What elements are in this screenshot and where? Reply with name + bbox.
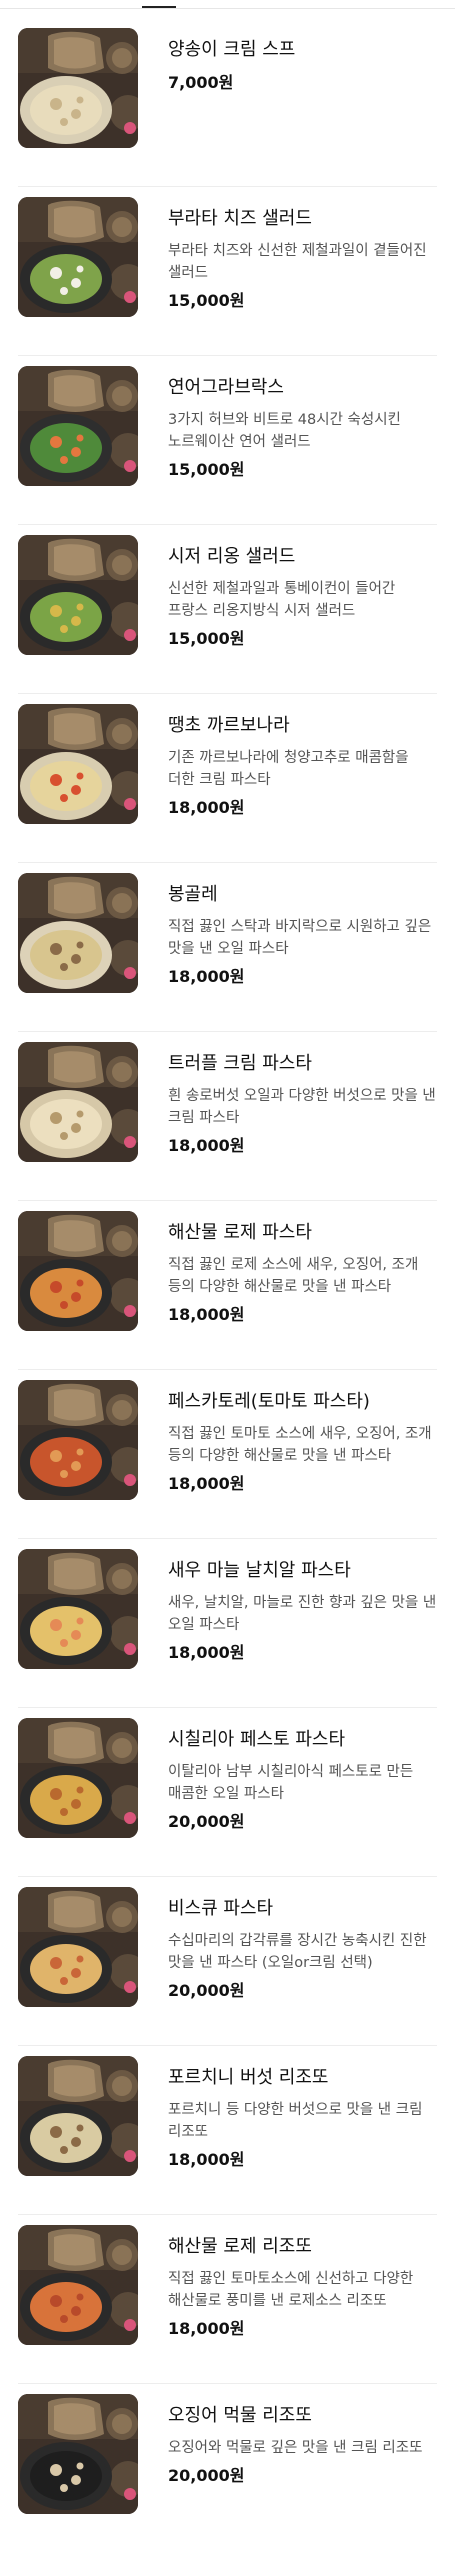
menu-item-description: 직접 끓인 토마토소스에 신선하고 다양한 해산물로 풍미를 낸 로제소스 리조… — [168, 2271, 414, 2309]
menu-item[interactable]: 봉골레직접 끓인 스탁과 바지락으로 시원하고 깊은 맛을 낸 오일 파스타 18… — [18, 863, 437, 1032]
menu-item-info: 포르치니 버섯 리조또포르치니 등 다양한 버섯으로 맛을 낸 크림 리조또 18… — [168, 2066, 437, 2171]
menu-item-photo — [18, 704, 138, 824]
menu-item[interactable]: 시저 리옹 샐러드신선한 제철과일과 통베이컨이 들어간 프랑스 리옹지방식 시… — [18, 525, 437, 694]
menu-item-info: 비스큐 파스타수십마리의 갑각류를 장시간 농축시킨 진한 맛을 낸 파스타 (… — [168, 1897, 437, 2002]
menu-item-photo — [18, 535, 138, 655]
menu-item-name: 페스카토레(토마토 파스타) — [168, 1391, 370, 1412]
menu-item-description: 새우, 날치알, 마늘로 진한 향과 깊은 맛을 낸 오일 파스타 — [168, 1595, 437, 1633]
menu-item-description: 직접 끓인 스탁과 바지락으로 시원하고 깊은 맛을 낸 오일 파스타 — [168, 919, 432, 957]
menu-item[interactable]: 오징어 먹물 리조또오징어와 먹물로 깊은 맛을 낸 크림 리조또 20,000원 — [18, 2384, 437, 2553]
menu-item-price: 20,000원 — [168, 2466, 245, 2485]
menu-item-price: 7,000원 — [168, 73, 234, 92]
menu-item-description: 직접 끓인 토마토 소스에 새우, 오징어, 조개 등의 다양한 해산물로 맛을… — [168, 1426, 432, 1464]
menu-item-price: 18,000원 — [168, 1643, 245, 1662]
menu-item-price: 18,000원 — [168, 798, 245, 817]
menu-item-name: 비스큐 파스타 — [168, 1898, 274, 1919]
menu-item-info: 새우 마늘 날치알 파스타새우, 날치알, 마늘로 진한 향과 깊은 맛을 낸 … — [168, 1559, 437, 1664]
menu-item-description: 수십마리의 갑각류를 장시간 농축시킨 진한 맛을 낸 파스타 (오일or크림 … — [168, 1933, 427, 1971]
menu-item-name: 오징어 먹물 리조또 — [168, 2405, 312, 2426]
menu-item-name: 봉골레 — [168, 884, 218, 905]
menu-item-description: 오징어와 먹물로 깊은 맛을 낸 크림 리조또 — [168, 2440, 423, 2456]
menu-item[interactable]: 트러플 크림 파스타흰 송로버섯 오일과 다양한 버섯으로 맛을 낸 크림 파스… — [18, 1032, 437, 1201]
menu-item[interactable]: 해산물 로제 리조또직접 끓인 토마토소스에 신선하고 다양한 해산물로 풍미를… — [18, 2215, 437, 2384]
menu-item-photo — [18, 1380, 138, 1500]
menu-item-info: 오징어 먹물 리조또오징어와 먹물로 깊은 맛을 낸 크림 리조또 20,000원 — [168, 2404, 437, 2487]
menu-item-name: 포르치니 버섯 리조또 — [168, 2067, 329, 2088]
menu-item-photo — [18, 197, 138, 317]
menu-item-price: 18,000원 — [168, 1474, 245, 1493]
menu-item-price: 18,000원 — [168, 2150, 245, 2169]
menu-item-info: 부라타 치즈 샐러드부라타 치즈와 신선한 제철과일이 곁들어진 샐러드 15,0… — [168, 207, 437, 312]
menu-item-info: 봉골레직접 끓인 스탁과 바지락으로 시원하고 깊은 맛을 낸 오일 파스타 18… — [168, 883, 437, 988]
menu-item-photo — [18, 2056, 138, 2176]
menu-item-name: 트러플 크림 파스타 — [168, 1053, 312, 1074]
menu-item-info: 트러플 크림 파스타흰 송로버섯 오일과 다양한 버섯으로 맛을 낸 크림 파스… — [168, 1052, 437, 1157]
menu-item-price: 20,000원 — [168, 1812, 245, 1831]
menu-item-photo — [18, 1042, 138, 1162]
menu-item-photo — [18, 2225, 138, 2345]
menu-item[interactable]: 연어그라브락스 3가지 허브와 비트로 48시간 숙성시킨 노르웨이산 연어 샐러… — [18, 356, 437, 525]
menu-item-price: 18,000원 — [168, 2319, 245, 2338]
menu-item-info: 시저 리옹 샐러드신선한 제철과일과 통베이컨이 들어간 프랑스 리옹지방식 시… — [168, 545, 437, 650]
menu-item-info: 해산물 로제 파스타직접 끓인 로제 소스에 새우, 오징어, 조개 등의 다양… — [168, 1221, 437, 1326]
menu-item-info: 시칠리아 페스토 파스타이탈리아 남부 시칠리아식 페스토로 만든 매콤한 오일… — [168, 1728, 437, 1833]
menu-item-photo — [18, 873, 138, 993]
menu-item[interactable]: 포르치니 버섯 리조또포르치니 등 다양한 버섯으로 맛을 낸 크림 리조또 18… — [18, 2046, 437, 2215]
menu-item-name: 새우 마늘 날치알 파스타 — [168, 1560, 351, 1581]
menu-item-info: 양송이 크림 스프 7,000원 — [168, 38, 437, 94]
menu-item-name: 해산물 로제 파스타 — [168, 1222, 312, 1243]
menu-item-photo — [18, 2394, 138, 2514]
menu-item[interactable]: 새우 마늘 날치알 파스타새우, 날치알, 마늘로 진한 향과 깊은 맛을 낸 … — [18, 1539, 437, 1708]
menu-page: 양송이 크림 스프 7,000원부라타 치즈 샐러드부라타 치즈와 신선한 제철과… — [0, 0, 455, 2539]
menu-item-info: 연어그라브락스 3가지 허브와 비트로 48시간 숙성시킨 노르웨이산 연어 샐러… — [168, 376, 437, 481]
menu-item[interactable]: 부라타 치즈 샐러드부라타 치즈와 신선한 제철과일이 곁들어진 샐러드 15,0… — [18, 187, 437, 356]
menu-item-price: 18,000원 — [168, 967, 245, 986]
menu-item-price: 18,000원 — [168, 1136, 245, 1155]
menu-item-name: 연어그라브락스 — [168, 377, 284, 398]
menu-item-description: 부라타 치즈와 신선한 제철과일이 곁들어진 샐러드 — [168, 243, 427, 281]
menu-item-info: 해산물 로제 리조또직접 끓인 토마토소스에 신선하고 다양한 해산물로 풍미를… — [168, 2235, 437, 2340]
tab-bar-divider — [0, 0, 455, 9]
menu-item[interactable]: 해산물 로제 파스타직접 끓인 로제 소스에 새우, 오징어, 조개 등의 다양… — [18, 1201, 437, 1370]
menu-item-price: 15,000원 — [168, 291, 245, 310]
menu-item-name: 땡초 까르보나라 — [168, 715, 290, 736]
menu-item-info: 땡초 까르보나라기존 까르보나라에 청양고추로 매콤함을 더한 크림 파스타 18… — [168, 714, 437, 819]
active-tab-indicator — [142, 6, 176, 8]
menu-item[interactable]: 비스큐 파스타수십마리의 갑각류를 장시간 농축시킨 진한 맛을 낸 파스타 (… — [18, 1877, 437, 2046]
menu-item-description: 기존 까르보나라에 청양고추로 매콤함을 더한 크림 파스타 — [168, 750, 409, 788]
menu-item[interactable]: 시칠리아 페스토 파스타이탈리아 남부 시칠리아식 페스토로 만든 매콤한 오일… — [18, 1708, 437, 1877]
menu-item-photo — [18, 1718, 138, 1838]
menu-item-description: 직접 끓인 로제 소스에 새우, 오징어, 조개 등의 다양한 해산물로 맛을 … — [168, 1257, 419, 1295]
menu-item-name: 양송이 크림 스프 — [168, 39, 296, 60]
menu-item-photo — [18, 28, 138, 148]
menu-item-photo — [18, 1887, 138, 2007]
menu-item-description: 흰 송로버섯 오일과 다양한 버섯으로 맛을 낸 크림 파스타 — [168, 1088, 436, 1126]
menu-item-description: 3가지 허브와 비트로 48시간 숙성시킨 노르웨이산 연어 샐러드 — [168, 412, 401, 450]
menu-item-photo — [18, 1211, 138, 1331]
menu-item-photo — [18, 366, 138, 486]
menu-item-price: 15,000원 — [168, 629, 245, 648]
menu-item-description: 신선한 제철과일과 통베이컨이 들어간 프랑스 리옹지방식 시저 샐러드 — [168, 581, 396, 619]
menu-item[interactable]: 양송이 크림 스프 7,000원 — [18, 18, 437, 187]
menu-item-name: 시저 리옹 샐러드 — [168, 546, 296, 567]
menu-item-description: 포르치니 등 다양한 버섯으로 맛을 낸 크림 리조또 — [168, 2102, 423, 2140]
menu-item[interactable]: 땡초 까르보나라기존 까르보나라에 청양고추로 매콤함을 더한 크림 파스타 18… — [18, 694, 437, 863]
menu-list: 양송이 크림 스프 7,000원부라타 치즈 샐러드부라타 치즈와 신선한 제철과… — [0, 18, 455, 2553]
menu-item-name: 부라타 치즈 샐러드 — [168, 208, 312, 229]
menu-item-name: 시칠리아 페스토 파스타 — [168, 1729, 346, 1750]
menu-item-price: 20,000원 — [168, 1981, 245, 2000]
menu-item-description: 이탈리아 남부 시칠리아식 페스토로 만든 매콤한 오일 파스타 — [168, 1764, 414, 1802]
menu-item-price: 18,000원 — [168, 1305, 245, 1324]
menu-item-price: 15,000원 — [168, 460, 245, 479]
menu-item-photo — [18, 1549, 138, 1669]
menu-item-info: 페스카토레(토마토 파스타) 직접 끓인 토마토 소스에 새우, 오징어, 조개 … — [168, 1390, 437, 1495]
menu-item-name: 해산물 로제 리조또 — [168, 2236, 312, 2257]
menu-item[interactable]: 페스카토레(토마토 파스타) 직접 끓인 토마토 소스에 새우, 오징어, 조개 … — [18, 1370, 437, 1539]
